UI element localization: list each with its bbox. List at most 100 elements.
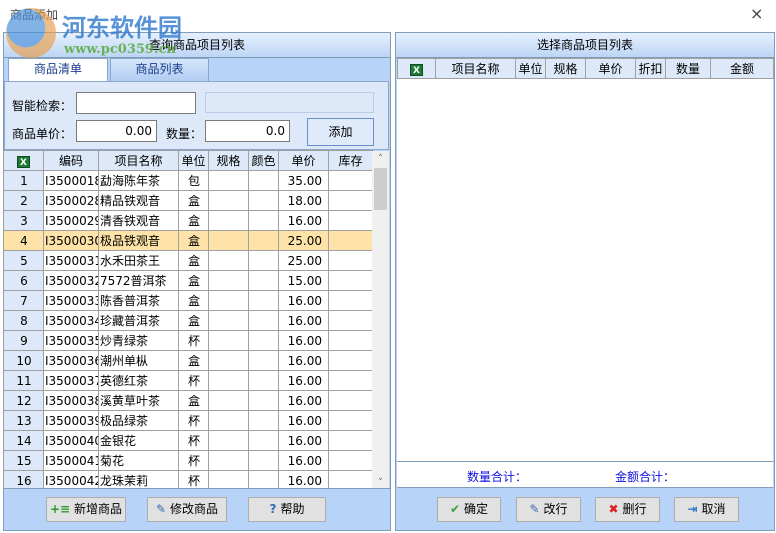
column-header[interactable]: 规格 [545, 58, 586, 79]
table-cell[interactable]: I3500040 [43, 430, 99, 451]
table-row[interactable]: 10 I3500036 潮州单枞盒 16.00 [3, 350, 373, 371]
table-cell[interactable]: I3500036 [43, 350, 99, 371]
table-row[interactable]: 1 I3500018 勐海陈年茶包 35.00 [3, 170, 373, 191]
help-button[interactable]: ? 帮助 [248, 497, 326, 522]
export-excel-icon[interactable]: X [397, 58, 436, 79]
table-row[interactable]: 8 I3500034 珍藏普洱茶盒 16.00 [3, 310, 373, 331]
table-cell[interactable]: 16.00 [278, 210, 329, 231]
table-cell[interactable]: 16.00 [278, 410, 329, 431]
table-cell[interactable] [328, 290, 373, 311]
column-header[interactable]: 规格 [208, 150, 249, 171]
table-cell[interactable] [208, 290, 249, 311]
table-cell[interactable]: 盒 [178, 290, 209, 311]
table-cell[interactable]: 18.00 [278, 190, 329, 211]
table-cell[interactable]: 盒 [178, 250, 209, 271]
table-row[interactable]: 12 I3500038 溪黄草叶茶盒 16.00 [3, 390, 373, 411]
table-cell[interactable] [208, 410, 249, 431]
tab-product-table[interactable]: 商品列表 [110, 58, 209, 81]
table-cell[interactable]: 盒 [178, 190, 209, 211]
table-cell[interactable]: 6 [3, 270, 44, 291]
selected-grid-body[interactable] [397, 78, 773, 462]
table-cell[interactable]: 4 [3, 230, 44, 251]
table-cell[interactable]: 杯 [178, 430, 209, 451]
table-cell[interactable] [328, 230, 373, 251]
column-header[interactable]: 单位 [515, 58, 546, 79]
table-cell[interactable] [208, 450, 249, 471]
table-cell[interactable]: I3500035 [43, 330, 99, 351]
table-cell[interactable]: 金银花 [98, 430, 179, 451]
table-cell[interactable] [248, 290, 279, 311]
table-cell[interactable] [328, 390, 373, 411]
qty-input[interactable]: 0.0 [205, 120, 290, 142]
table-cell[interactable]: 16.00 [278, 350, 329, 371]
table-cell[interactable]: 16.00 [278, 290, 329, 311]
table-cell[interactable]: I3500037 [43, 370, 99, 391]
table-cell[interactable] [248, 430, 279, 451]
table-cell[interactable]: 溪黄草叶茶 [98, 390, 179, 411]
scroll-thumb[interactable] [374, 168, 387, 210]
table-cell[interactable] [208, 250, 249, 271]
table-cell[interactable] [208, 430, 249, 451]
table-cell[interactable] [208, 390, 249, 411]
table-cell[interactable] [328, 170, 373, 191]
table-cell[interactable]: 杯 [178, 370, 209, 391]
table-cell[interactable] [248, 170, 279, 191]
table-cell[interactable]: 7572普洱茶 [98, 270, 179, 291]
table-cell[interactable]: I3500030 [43, 230, 99, 251]
table-row[interactable]: 9 I3500035 炒青绿茶杯 16.00 [3, 330, 373, 351]
table-cell[interactable]: 5 [3, 250, 44, 271]
export-excel-icon[interactable]: X [3, 150, 44, 171]
table-cell[interactable]: 3 [3, 210, 44, 231]
table-cell[interactable] [208, 230, 249, 251]
table-cell[interactable] [248, 190, 279, 211]
table-cell[interactable]: 盒 [178, 230, 209, 251]
table-cell[interactable]: 16.00 [278, 390, 329, 411]
table-cell[interactable] [248, 390, 279, 411]
table-row[interactable]: 2 I3500028 精品铁观音盒 18.00 [3, 190, 373, 211]
edit-product-button[interactable]: ✎ 修改商品 [147, 497, 227, 522]
table-row[interactable]: 5 I3500031 水禾田茶王盒 25.00 [3, 250, 373, 271]
table-cell[interactable] [328, 190, 373, 211]
table-cell[interactable] [248, 310, 279, 331]
table-cell[interactable]: 16.00 [278, 330, 329, 351]
table-cell[interactable]: I3500032 [43, 270, 99, 291]
grid-scrollbar[interactable]: ˄ ˅ [372, 151, 389, 488]
table-cell[interactable]: 25.00 [278, 250, 329, 271]
table-cell[interactable] [208, 310, 249, 331]
table-cell[interactable]: 杯 [178, 330, 209, 351]
table-cell[interactable]: 1 [3, 170, 44, 191]
table-cell[interactable] [208, 330, 249, 351]
table-cell[interactable]: 7 [3, 290, 44, 311]
table-row[interactable]: 13 I3500039 极品绿茶杯 16.00 [3, 410, 373, 431]
table-cell[interactable] [208, 370, 249, 391]
table-cell[interactable] [328, 330, 373, 351]
table-cell[interactable] [328, 350, 373, 371]
table-cell[interactable]: 35.00 [278, 170, 329, 191]
column-header[interactable]: 编码 [43, 150, 99, 171]
table-cell[interactable]: 杯 [178, 450, 209, 471]
cancel-button[interactable]: ⇥ 取消 [674, 497, 739, 522]
table-row[interactable]: 3 I3500029 清香铁观音盒 16.00 [3, 210, 373, 231]
table-cell[interactable] [328, 450, 373, 471]
add-button[interactable]: 添加 [307, 118, 374, 146]
table-cell[interactable]: 水禾田茶王 [98, 250, 179, 271]
column-header[interactable]: 单价 [278, 150, 329, 171]
table-cell[interactable]: 勐海陈年茶 [98, 170, 179, 191]
column-header[interactable]: 数量 [665, 58, 711, 79]
table-cell[interactable]: 8 [3, 310, 44, 331]
table-cell[interactable]: 15.00 [278, 270, 329, 291]
table-cell[interactable]: I3500034 [43, 310, 99, 331]
table-cell[interactable]: 16.00 [278, 450, 329, 471]
column-header[interactable]: 金额 [710, 58, 774, 79]
table-cell[interactable]: I3500029 [43, 210, 99, 231]
table-cell[interactable] [208, 170, 249, 191]
table-cell[interactable]: 菊花 [98, 450, 179, 471]
table-cell[interactable] [248, 450, 279, 471]
table-cell[interactable] [328, 430, 373, 451]
table-cell[interactable]: 精品铁观音 [98, 190, 179, 211]
table-cell[interactable] [328, 250, 373, 271]
table-cell[interactable] [328, 370, 373, 391]
table-cell[interactable]: 珍藏普洱茶 [98, 310, 179, 331]
table-row[interactable]: 15 I3500041 菊花杯 16.00 [3, 450, 373, 471]
table-cell[interactable] [328, 270, 373, 291]
